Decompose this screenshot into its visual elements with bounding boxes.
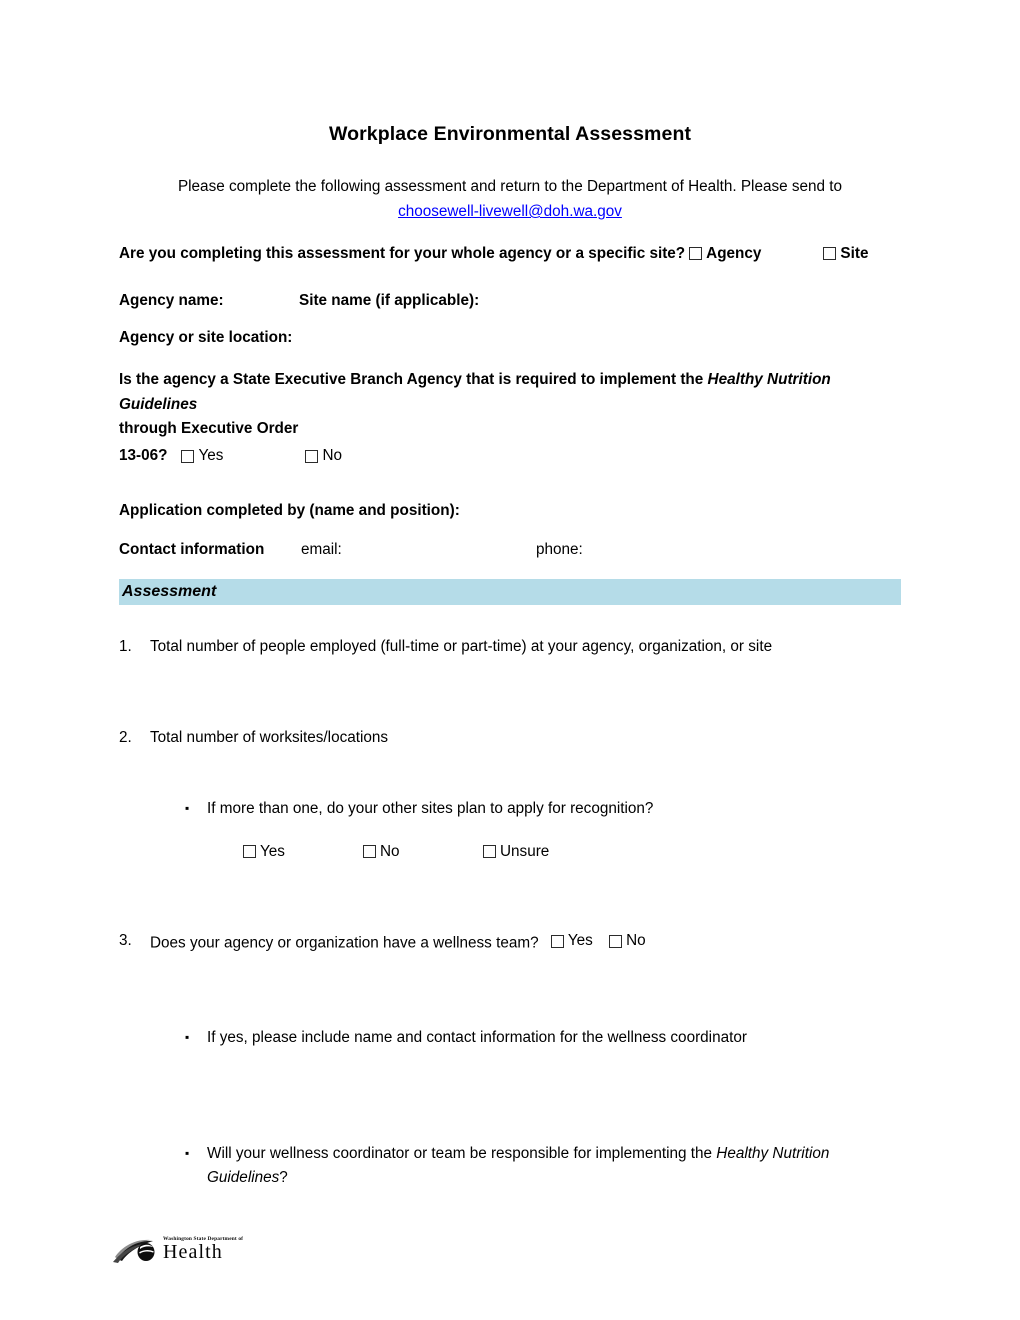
executive-order-question: Is the agency a State Executive Branch A…	[119, 368, 901, 469]
question-2-option-yes-label: Yes	[260, 842, 285, 860]
executive-order-line-2: through Executive Order	[119, 420, 299, 438]
checkbox-q2-no-icon[interactable]	[363, 845, 376, 859]
question-2-number: 2.	[119, 728, 132, 746]
question-3: 3. Does your agency or organization have…	[119, 929, 901, 955]
square-bullet-icon: ▪	[185, 1145, 190, 1160]
checkbox-eo-no-icon[interactable]	[305, 450, 319, 464]
agency-site-name-row: Agency name: Site name (if applicable):	[119, 292, 901, 310]
question-3-option-no-label: No	[626, 932, 646, 950]
doh-swoosh-icon	[113, 1239, 155, 1263]
executive-order-text-part-1: Is the agency a State Executive Branch A…	[119, 370, 708, 388]
checkbox-eo-yes-icon[interactable]	[181, 450, 195, 464]
scope-option-site[interactable]: Site	[823, 245, 868, 263]
checkbox-q2-unsure-icon[interactable]	[483, 845, 496, 859]
scope-question-label: Are you completing this assessment for y…	[119, 244, 686, 262]
question-3-option-no[interactable]: No	[609, 929, 646, 953]
contact-email-label: email:	[301, 540, 342, 558]
question-3-option-yes-label: Yes	[567, 932, 593, 950]
question-2: 2. Total number of worksites/locations	[119, 726, 901, 750]
executive-order-number: 13-06?	[119, 447, 168, 465]
square-bullet-icon: ▪	[185, 801, 190, 816]
question-3-bullet-2-text-part-2: ?	[279, 1169, 288, 1187]
executive-order-answer-row: 13-06? Yes No	[119, 444, 901, 469]
contact-information-row: Contact information email: phone:	[119, 541, 901, 559]
question-2-option-unsure-wrap[interactable]: Unsure	[483, 843, 549, 861]
executive-order-option-no[interactable]: No	[305, 444, 342, 469]
checkbox-site-icon[interactable]	[823, 247, 837, 261]
question-2-option-unsure[interactable]: Unsure	[483, 843, 603, 864]
intro-paragraph: Please complete the following assessment…	[119, 175, 901, 225]
question-3-bullet-2-text-wrap: Will your wellness coordinator or team b…	[207, 1142, 901, 1191]
question-2-text: Total number of worksites/locations	[150, 728, 389, 746]
doh-logo-health-text: Health	[163, 1241, 223, 1263]
question-2-option-no[interactable]: No	[363, 843, 483, 864]
question-3-bullet-2: ▪ Will your wellness coordinator or team…	[185, 1142, 901, 1191]
intro-text: Please complete the following assessment…	[177, 178, 843, 196]
agency-name-label: Agency name:	[119, 291, 224, 309]
site-name-label: Site name (if applicable):	[299, 291, 480, 309]
checkbox-q3-yes-icon[interactable]	[550, 934, 564, 948]
question-2-options-row: Yes No Unsure	[243, 843, 901, 864]
question-2-bullet: ▪ If more than one, do your other sites …	[185, 797, 901, 821]
checkbox-q3-no-icon[interactable]	[609, 934, 623, 948]
executive-order-option-yes[interactable]: Yes	[181, 444, 223, 469]
square-bullet-icon: ▪	[185, 1030, 190, 1045]
question-1: 1. Total number of people employed (full…	[119, 635, 901, 659]
application-completed-by-label: Application completed by (name and posit…	[119, 501, 460, 519]
question-2-option-yes[interactable]: Yes	[243, 843, 363, 864]
scope-option-site-label: Site	[840, 244, 869, 262]
question-2-bullet-text: If more than one, do your other sites pl…	[207, 800, 654, 818]
checkbox-agency-icon[interactable]	[689, 247, 703, 261]
executive-order-option-yes-label: Yes	[198, 447, 224, 465]
question-3-text: Does your agency or organization have a …	[150, 934, 539, 952]
question-2-option-no-wrap[interactable]: No	[363, 843, 400, 861]
scope-option-agency[interactable]: Agency	[689, 245, 761, 263]
contact-information-label: Contact information	[119, 540, 265, 558]
executive-order-line-1: Is the agency a State Executive Branch A…	[119, 368, 901, 418]
doh-logo: Washington State Department of Health	[113, 1236, 248, 1270]
document-page: Workplace Environmental Assessment Pleas…	[0, 0, 1020, 1320]
question-3-bullet-1-text: If yes, please include name and contact …	[207, 1029, 747, 1047]
question-2-option-yes-wrap[interactable]: Yes	[243, 843, 285, 861]
question-3-option-yes[interactable]: Yes	[550, 929, 593, 953]
question-3-number: 3.	[119, 932, 132, 950]
contact-phone-label: phone:	[536, 540, 583, 558]
checkbox-q2-yes-icon[interactable]	[243, 845, 256, 859]
scope-question-row: Are you completing this assessment for y…	[119, 245, 901, 263]
executive-order-option-no-label: No	[322, 447, 342, 465]
assessment-section-heading: Assessment	[122, 582, 217, 600]
document-body: Workplace Environmental Assessment Pleas…	[119, 122, 901, 1191]
question-3-text-wrap: Does your agency or organization have a …	[150, 929, 901, 955]
scope-option-agency-label: Agency	[706, 244, 762, 262]
question-3-bullet-1: ▪ If yes, please include name and contac…	[185, 1026, 901, 1050]
question-3-bullet-2-text-part-1: Will your wellness coordinator or team b…	[207, 1144, 717, 1162]
question-2-option-no-label: No	[380, 842, 400, 860]
agency-location-label: Agency or site location:	[119, 328, 293, 346]
question-2-option-unsure-label: Unsure	[500, 842, 550, 860]
contact-email-link[interactable]: choosewell-livewell@doh.wa.gov	[398, 203, 622, 220]
question-1-text: Total number of people employed (full-ti…	[150, 637, 773, 655]
page-title: Workplace Environmental Assessment	[328, 123, 692, 145]
assessment-section-band: Assessment	[119, 578, 901, 605]
question-1-number: 1.	[119, 637, 132, 655]
